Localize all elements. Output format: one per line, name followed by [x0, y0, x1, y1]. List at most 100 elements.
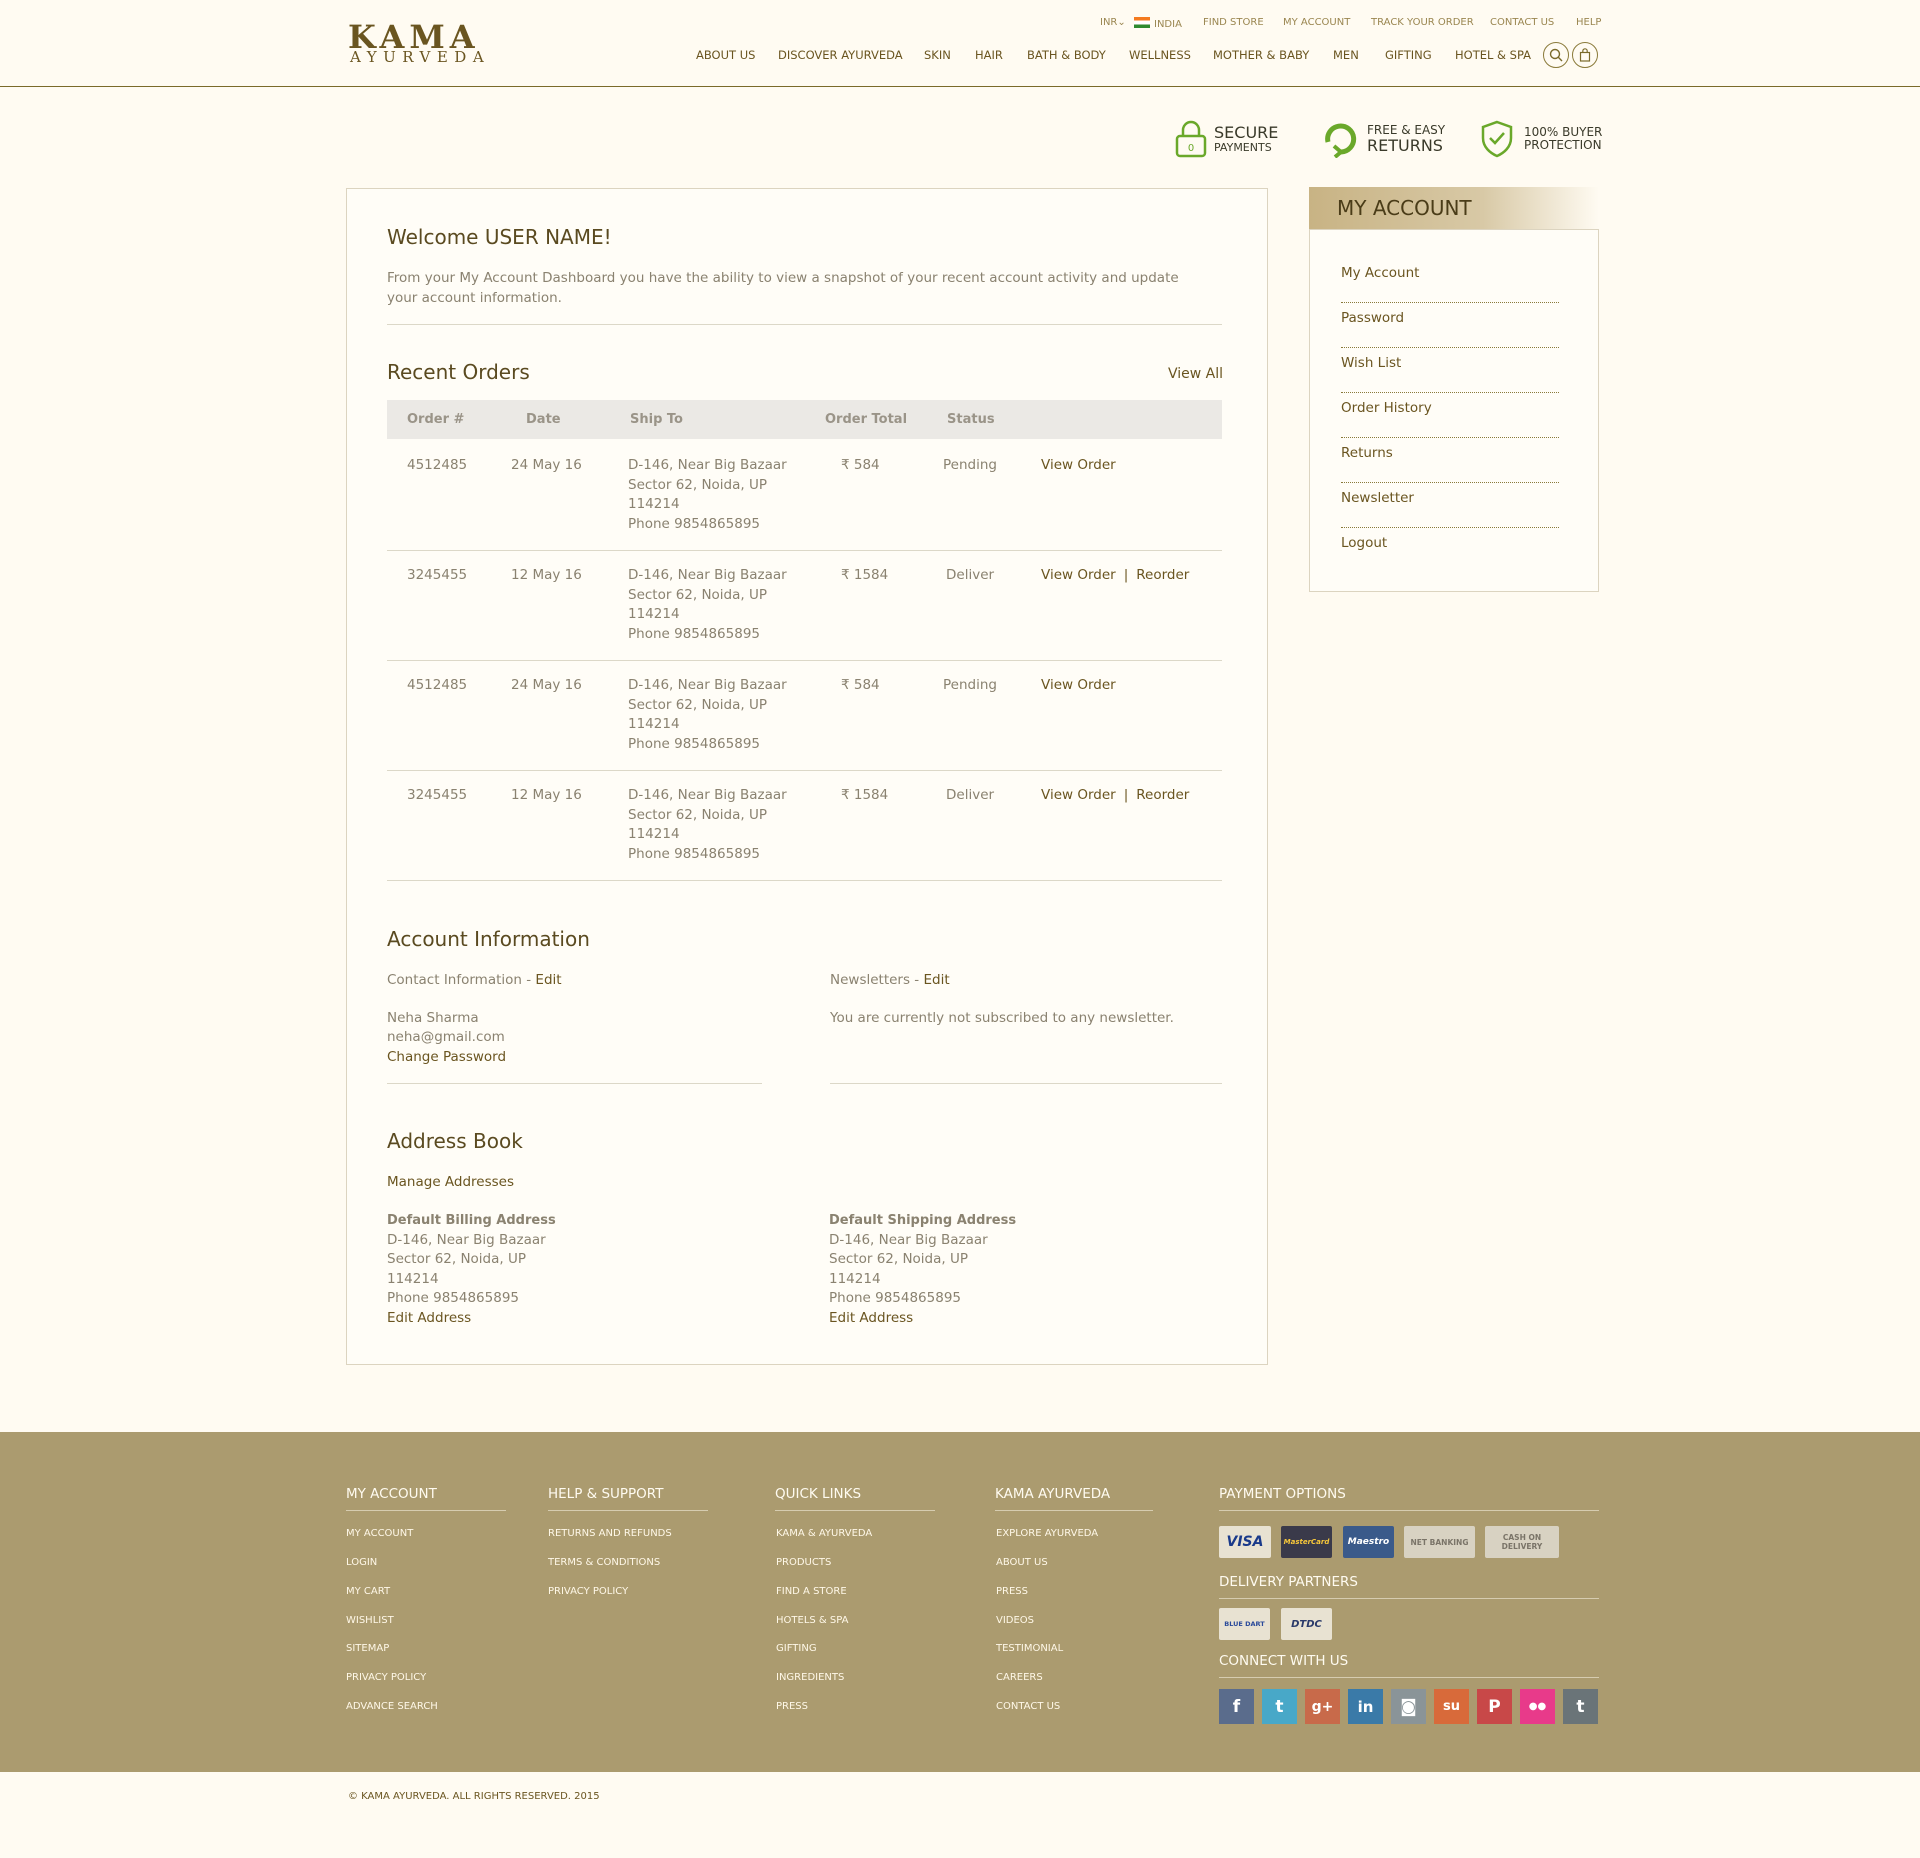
ship-to-address: D-146, Near Big Bazaar Sector 62, Noida, …: [628, 677, 787, 752]
trust-line-2: PROTECTION: [1524, 138, 1602, 152]
footer-link[interactable]: ABOUT US: [996, 1557, 1048, 1568]
cart-count: 0: [1188, 143, 1194, 154]
divider: [387, 1083, 762, 1084]
newsletters-heading: Newsletters - Edit: [830, 972, 950, 988]
social-glyph: g+: [1311, 1698, 1334, 1715]
search-icon: [1549, 48, 1563, 62]
edit-billing-address-link[interactable]: Edit Address: [387, 1309, 556, 1329]
footer-link[interactable]: MY ACCOUNT: [346, 1528, 413, 1539]
google-plus-icon[interactable]: g+: [1305, 1689, 1340, 1724]
currency-selector[interactable]: INR⌄: [1100, 17, 1126, 28]
social-glyph: f: [1232, 1696, 1241, 1717]
nav-hotel-spa[interactable]: HOTEL & SPA: [1455, 48, 1531, 62]
sidebar-item-my-account[interactable]: My Account: [1341, 258, 1559, 303]
nav-men[interactable]: MEN: [1333, 48, 1359, 62]
sidebar-item-password[interactable]: Password: [1341, 303, 1559, 348]
nav-wellness[interactable]: WELLNESS: [1129, 48, 1191, 62]
nav-gifting[interactable]: GIFTING: [1385, 48, 1432, 62]
footer-link[interactable]: SITEMAP: [346, 1643, 389, 1654]
footer-link[interactable]: PRESS: [776, 1701, 808, 1712]
order-status: Pending: [943, 457, 997, 473]
divider: [830, 1083, 1222, 1084]
footer-link[interactable]: WISHLIST: [346, 1615, 394, 1626]
tumblr-icon[interactable]: t: [1563, 1689, 1598, 1724]
manage-addresses-link[interactable]: Manage Addresses: [387, 1174, 514, 1190]
nav-discover-ayurveda[interactable]: DISCOVER AYURVEDA: [778, 48, 903, 62]
footer-link[interactable]: VIDEOS: [996, 1615, 1034, 1626]
nav-mother-baby[interactable]: MOTHER & BABY: [1213, 48, 1309, 62]
order-date: 24 May 16: [511, 457, 582, 473]
footer-link[interactable]: PRIVACY POLICY: [548, 1586, 628, 1597]
reorder-link[interactable]: Reorder: [1136, 567, 1189, 583]
returns-arrow-icon: [1325, 123, 1357, 158]
social-glyph: ●●: [1528, 1701, 1547, 1712]
order-total: ₹ 1584: [841, 567, 889, 583]
footer-heading-my-account: MY ACCOUNT: [346, 1486, 506, 1511]
footer-link[interactable]: TERMS & CONDITIONS: [548, 1557, 660, 1568]
footer-link[interactable]: GIFTING: [776, 1643, 817, 1654]
nav-hair[interactable]: HAIR: [975, 48, 1003, 62]
view-all-link[interactable]: View All: [1168, 366, 1223, 382]
contact-edit-link[interactable]: Edit: [535, 972, 561, 988]
social-glyph: ◙: [1400, 1696, 1417, 1717]
trust-free-returns: FREE & EASY RETURNS: [1322, 120, 1445, 158]
country-selector[interactable]: INDIA: [1134, 17, 1182, 30]
footer-link[interactable]: FIND A STORE: [776, 1586, 847, 1597]
sidebar-item-logout[interactable]: Logout: [1341, 528, 1559, 573]
nav-bath-body[interactable]: BATH & BODY: [1027, 48, 1106, 62]
footer-link[interactable]: RETURNS AND REFUNDS: [548, 1528, 672, 1539]
footer-link[interactable]: PRESS: [996, 1586, 1028, 1597]
util-track-order[interactable]: TRACK YOUR ORDER: [1371, 17, 1474, 28]
footer-link[interactable]: ADVANCE SEARCH: [346, 1701, 438, 1712]
cart-button[interactable]: [1572, 42, 1598, 68]
stumbleupon-icon[interactable]: su: [1434, 1689, 1469, 1724]
billing-address: Default Billing Address D-146, Near Big …: [387, 1211, 556, 1328]
search-button[interactable]: [1543, 42, 1569, 68]
order-date: 12 May 16: [511, 787, 582, 803]
change-password-link[interactable]: Change Password: [387, 1049, 506, 1065]
newsletter-edit-link[interactable]: Edit: [923, 972, 949, 988]
account-dashboard: Welcome USER NAME! From your My Account …: [346, 188, 1268, 1365]
sidebar-item-newsletter[interactable]: Newsletter: [1341, 483, 1559, 528]
order-actions: View Order | Reorder: [1041, 567, 1190, 583]
footer-link[interactable]: EXPLORE AYURVEDA: [996, 1528, 1098, 1539]
util-find-store[interactable]: FIND STORE: [1203, 17, 1264, 28]
linkedin-icon[interactable]: in: [1348, 1689, 1383, 1724]
pinterest-icon[interactable]: P: [1477, 1689, 1512, 1724]
order-date: 24 May 16: [511, 677, 582, 693]
footer-link[interactable]: TESTIMONIAL: [996, 1643, 1063, 1654]
recent-orders-title: Recent Orders: [387, 360, 530, 384]
footer-heading-kama-ayurveda: KAMA AYURVEDA: [995, 1486, 1153, 1511]
view-order-link[interactable]: View Order: [1041, 456, 1116, 476]
order-number: 4512485: [407, 457, 468, 473]
util-my-account[interactable]: MY ACCOUNT: [1283, 17, 1350, 28]
trust-line-2: RETURNS: [1367, 136, 1443, 155]
nav-skin[interactable]: SKIN: [924, 48, 951, 62]
instagram-icon[interactable]: ◙: [1391, 1689, 1426, 1724]
util-help[interactable]: HELP: [1576, 17, 1601, 28]
view-order-link[interactable]: View Order: [1041, 676, 1116, 696]
mastercard-icon: MasterCard: [1281, 1526, 1332, 1558]
logo-subline[interactable]: AYURVEDA: [350, 48, 490, 66]
view-order-link[interactable]: View Order: [1041, 787, 1116, 803]
flickr-icon[interactable]: ●●: [1520, 1689, 1555, 1724]
util-contact-us[interactable]: CONTACT US: [1490, 17, 1554, 28]
footer-link[interactable]: MY CART: [346, 1586, 390, 1597]
twitter-icon[interactable]: t: [1262, 1689, 1297, 1724]
sidebar-item-returns[interactable]: Returns: [1341, 438, 1559, 483]
nav-about-us[interactable]: ABOUT US: [696, 48, 755, 62]
edit-shipping-address-link[interactable]: Edit Address: [829, 1309, 1016, 1329]
reorder-link[interactable]: Reorder: [1136, 787, 1189, 803]
footer-link[interactable]: PRODUCTS: [776, 1557, 831, 1568]
footer-link[interactable]: CAREERS: [996, 1672, 1043, 1683]
footer-link[interactable]: PRIVACY POLICY: [346, 1672, 426, 1683]
footer-link[interactable]: LOGIN: [346, 1557, 377, 1568]
footer-link[interactable]: INGREDIENTS: [776, 1672, 844, 1683]
sidebar-item-wish-list[interactable]: Wish List: [1341, 348, 1559, 393]
view-order-link[interactable]: View Order: [1041, 567, 1116, 583]
facebook-icon[interactable]: f: [1219, 1689, 1254, 1724]
footer-link[interactable]: HOTELS & SPA: [776, 1615, 848, 1626]
footer-link[interactable]: KAMA & AYURVEDA: [776, 1528, 872, 1539]
sidebar-item-order-history[interactable]: Order History: [1341, 393, 1559, 438]
footer-link[interactable]: CONTACT US: [996, 1701, 1060, 1712]
